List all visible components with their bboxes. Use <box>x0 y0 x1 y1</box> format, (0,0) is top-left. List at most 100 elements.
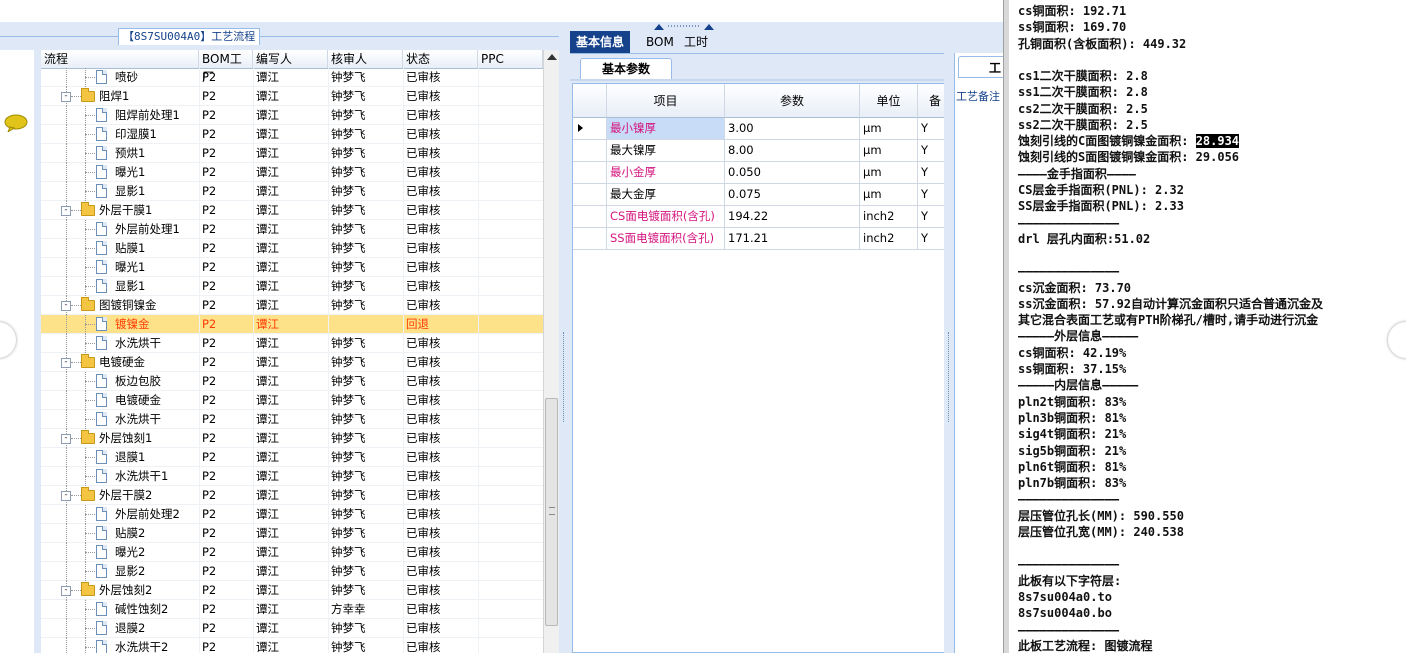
param-value[interactable]: 0.050 <box>725 162 860 183</box>
table-row[interactable]: 阻焊前处理1 P2 谭江 钟梦飞 已审核 <box>41 106 543 125</box>
param-row[interactable]: CS面电镀面积(含孔) 194.22 inch2 Y <box>573 206 945 228</box>
console-line: 层压管位孔宽(MM): 240.538 <box>1018 525 1184 539</box>
row-status: 已审核 <box>403 277 478 296</box>
param-row[interactable]: 最小镍厚 3.00 μm Y <box>573 118 945 140</box>
console-line: pln6t铜面积: 81% <box>1018 459 1127 474</box>
row-process-name: 图镀铜镍金 <box>99 298 157 312</box>
collapse-toggle-icon[interactable]: - <box>61 301 71 311</box>
splitter-handle[interactable] <box>948 332 952 422</box>
table-row[interactable]: 水洗烘干 P2 谭江 钟梦飞 已审核 <box>41 410 543 429</box>
tree-guide <box>66 144 68 163</box>
param-row[interactable]: 最小金厚 0.050 μm Y <box>573 162 945 184</box>
row-status: 已审核 <box>403 258 478 277</box>
param-value[interactable]: 171.21 <box>725 228 860 249</box>
param-value[interactable]: 194.22 <box>725 206 860 227</box>
table-row[interactable]: - 外层干膜1 P2 谭江 钟梦飞 已审核 <box>41 201 543 220</box>
row-header[interactable] <box>573 206 607 227</box>
scroll-up-arrow-icon[interactable] <box>547 54 557 60</box>
col-header-process[interactable]: 流程 <box>41 50 199 68</box>
splitter-right[interactable] <box>944 22 954 653</box>
param-value[interactable]: 3.00 <box>725 118 860 139</box>
table-row[interactable]: 显影1 P2 谭江 钟梦飞 已审核 <box>41 277 543 296</box>
table-row[interactable]: - 图镀铜镍金 P2 谭江 钟梦飞 已审核 <box>41 296 543 315</box>
table-row[interactable]: - 外层蚀刻1 P2 谭江 钟梦飞 已审核 <box>41 429 543 448</box>
tab-basic-info[interactable]: 基本信息 <box>570 31 631 53</box>
row-bom: P2 <box>199 391 253 410</box>
table-row[interactable]: 电镀硬金 P2 谭江 钟梦飞 已审核 <box>41 391 543 410</box>
collapse-toggle-icon[interactable]: - <box>61 206 71 216</box>
table-row[interactable]: - 电镀硬金 P2 谭江 钟梦飞 已审核 <box>41 353 543 372</box>
col-header-status[interactable]: 状态 <box>403 50 478 68</box>
row-header[interactable] <box>573 140 607 161</box>
splitter-handle[interactable] <box>563 332 567 422</box>
param-row[interactable]: SS面电镀面积(含孔) 171.21 inch2 Y <box>573 228 945 250</box>
col-header-item[interactable]: 项目 <box>607 84 725 118</box>
tab-hours[interactable]: 工时 <box>678 31 714 53</box>
table-row[interactable]: - 阻焊1 P2 谭江 钟梦飞 已审核 <box>41 87 543 106</box>
scroll-thumb[interactable] <box>545 398 558 626</box>
table-row[interactable]: 外层前处理1 P2 谭江 钟梦飞 已审核 <box>41 220 543 239</box>
table-row[interactable]: 镀镍金 P2 谭江 回退 <box>41 315 543 334</box>
collapse-toggle-icon[interactable]: - <box>61 586 71 596</box>
table-row[interactable]: 曝光1 P2 谭江 钟梦飞 已审核 <box>41 163 543 182</box>
col-header-bom[interactable]: BOM工厂 <box>199 50 253 84</box>
collapse-toggle-icon[interactable]: - <box>61 434 71 444</box>
row-ppc <box>478 258 543 277</box>
param-value[interactable]: 0.075 <box>725 184 860 205</box>
console-line: SS层金手指面积(PNL): 2.33 <box>1018 199 1184 214</box>
chat-icon[interactable] <box>4 114 28 132</box>
left-splitter[interactable] <box>34 50 40 653</box>
row-header[interactable] <box>573 162 607 183</box>
row-header[interactable] <box>573 184 607 205</box>
row-header[interactable] <box>573 228 607 249</box>
col-header-unit[interactable]: 单位 <box>860 84 918 118</box>
table-row[interactable]: 贴膜2 P2 谭江 钟梦飞 已审核 <box>41 524 543 543</box>
table-row[interactable]: 印湿膜1 P2 谭江 钟梦飞 已审核 <box>41 125 543 144</box>
row-process-name: 板边包胶 <box>115 374 161 388</box>
table-row[interactable]: - 外层蚀刻2 P2 谭江 钟梦飞 已审核 <box>41 581 543 600</box>
col-header-writer[interactable]: 编写人 <box>253 50 328 68</box>
table-row[interactable]: 板边包胶 P2 谭江 钟梦飞 已审核 <box>41 372 543 391</box>
table-row[interactable]: 碱性蚀刻2 P2 谭江 方幸幸 已审核 <box>41 600 543 619</box>
col-header-note[interactable]: 备 <box>918 84 945 118</box>
process-grid-scrollbar[interactable] <box>543 50 560 653</box>
collapse-toggle-icon[interactable]: - <box>61 491 71 501</box>
right-panel-tab[interactable]: 工 <box>958 56 1003 78</box>
param-row[interactable]: 最大金厚 0.075 μm Y <box>573 184 945 206</box>
table-row[interactable]: 退膜1 P2 谭江 钟梦飞 已审核 <box>41 448 543 467</box>
splitter-left[interactable] <box>559 22 569 653</box>
param-unit: inch2 <box>860 206 918 227</box>
table-row[interactable]: 退膜2 P2 谭江 钟梦飞 已审核 <box>41 619 543 638</box>
collapse-toggle-icon[interactable]: - <box>61 358 71 368</box>
table-row[interactable]: 喷砂 P2 谭江 钟梦飞 已审核 <box>41 68 543 87</box>
process-remark-label[interactable]: 工艺备注 <box>956 88 1000 104</box>
row-writer: 谭江 <box>253 448 328 467</box>
subtab-underline <box>570 79 948 81</box>
console-line: —————————————— <box>1018 622 1120 637</box>
subtab-basic-params[interactable]: 基本参数 <box>580 58 672 80</box>
col-header-ppc[interactable]: PPC <box>478 50 543 68</box>
table-row[interactable]: - 外层干膜2 P2 谭江 钟梦飞 已审核 <box>41 486 543 505</box>
table-row[interactable]: 水洗烘干2 P2 谭江 钟梦飞 已审核 <box>41 638 543 653</box>
table-row[interactable]: 曝光2 P2 谭江 钟梦飞 已审核 <box>41 543 543 562</box>
col-header-reviewer[interactable]: 核审人 <box>328 50 403 68</box>
param-value[interactable]: 8.00 <box>725 140 860 161</box>
col-header-param[interactable]: 参数 <box>725 84 860 118</box>
tab-bom[interactable]: BOM <box>640 31 680 53</box>
table-row[interactable]: 外层前处理2 P2 谭江 钟梦飞 已审核 <box>41 505 543 524</box>
table-row[interactable]: 贴膜1 P2 谭江 钟梦飞 已审核 <box>41 239 543 258</box>
table-row[interactable]: 水洗烘干1 P2 谭江 钟梦飞 已审核 <box>41 467 543 486</box>
document-icon <box>96 621 107 635</box>
row-writer: 谭江 <box>253 562 328 581</box>
collapse-toggle-icon[interactable]: - <box>61 92 71 102</box>
row-header[interactable] <box>573 118 607 139</box>
table-row[interactable]: 预烘1 P2 谭江 钟梦飞 已审核 <box>41 144 543 163</box>
collapse-handle-icon[interactable] <box>654 22 714 30</box>
table-row[interactable]: 显影1 P2 谭江 钟梦飞 已审核 <box>41 182 543 201</box>
row-process-name: 贴膜1 <box>115 241 146 255</box>
table-row[interactable]: 水洗烘干 P2 谭江 钟梦飞 已审核 <box>41 334 543 353</box>
table-row[interactable]: 曝光1 P2 谭江 钟梦飞 已审核 <box>41 258 543 277</box>
table-row[interactable]: 显影2 P2 谭江 钟梦飞 已审核 <box>41 562 543 581</box>
param-row[interactable]: 最大镍厚 8.00 μm Y <box>573 140 945 162</box>
row-status: 已审核 <box>403 372 478 391</box>
